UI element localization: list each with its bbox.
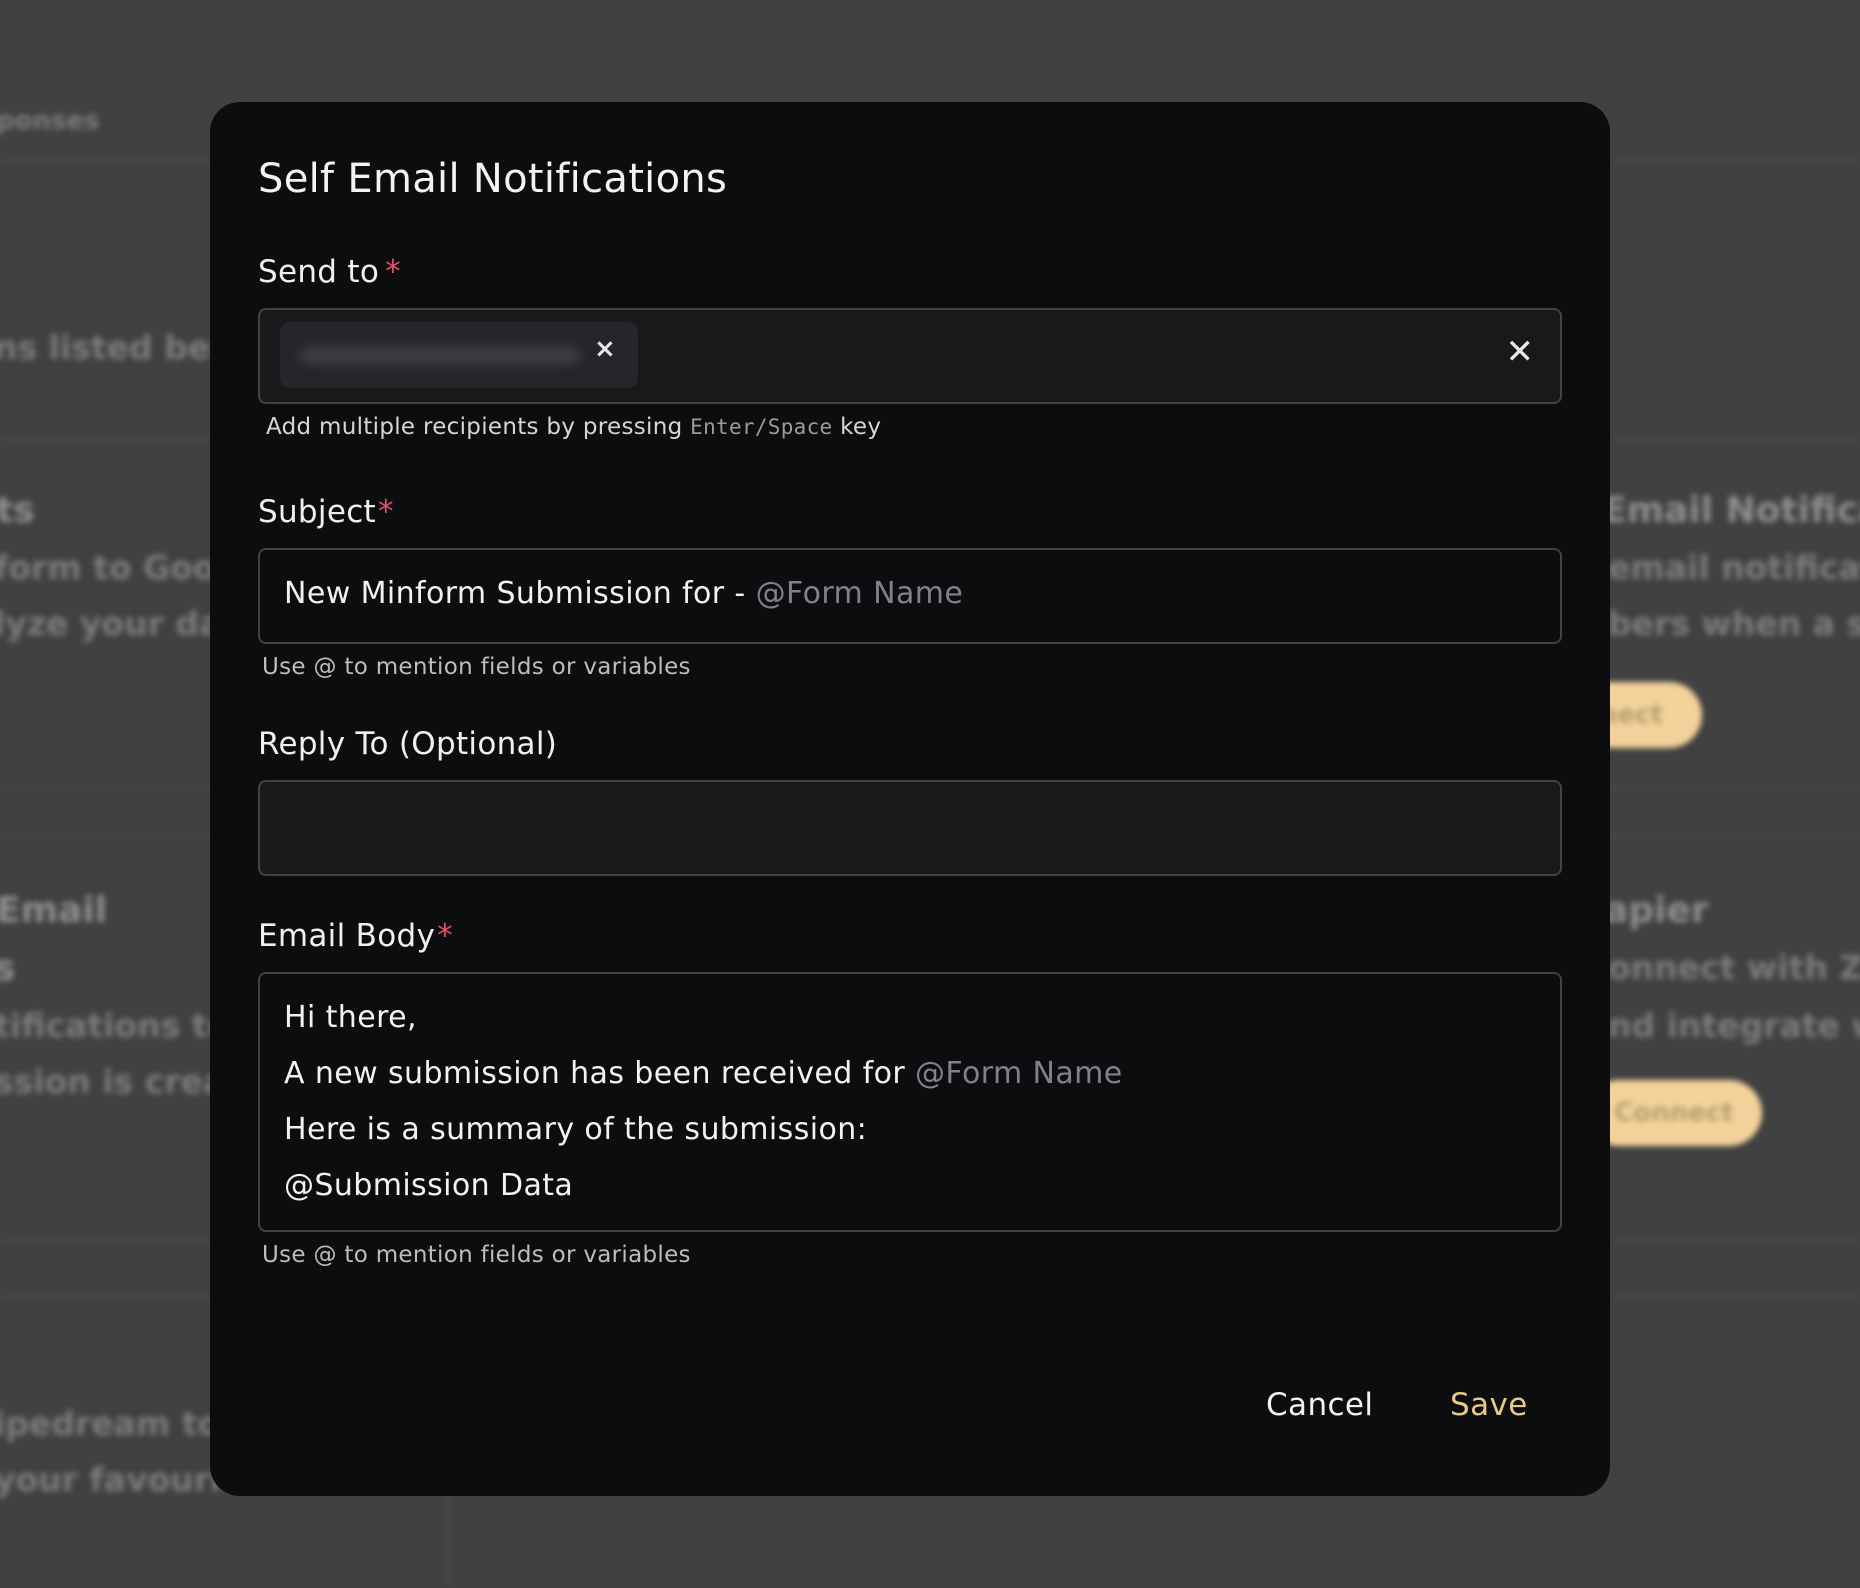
email-body-line: A new submission has been received for @…: [284, 1056, 1123, 1091]
cancel-button[interactable]: Cancel: [1266, 1387, 1373, 1423]
bg-connect-button: Connect: [1586, 1080, 1762, 1146]
bg-text: s: [0, 948, 16, 989]
bg-text: ts: [0, 490, 35, 531]
save-button[interactable]: Save: [1450, 1387, 1528, 1423]
bg-text: nd integrate with: [1608, 1006, 1860, 1045]
send-to-label-text: Send to: [258, 254, 380, 290]
email-body-mention-form-name: @Form Name: [915, 1056, 1123, 1091]
email-body-line-text: A new submission has been received for: [284, 1056, 916, 1091]
recipient-email-redacted: [300, 346, 580, 364]
required-mark: *: [437, 918, 453, 954]
bg-text: Email Notificat: [1602, 490, 1860, 531]
clear-recipients-icon[interactable]: ✕: [1506, 332, 1535, 372]
recipient-chip: ×: [280, 322, 638, 388]
email-body-help: Use @ to mention fields or variables: [262, 1242, 691, 1268]
subject-label: Subject*: [258, 494, 394, 530]
bg-divider: [448, 1490, 451, 1588]
bg-text: ponses: [0, 106, 100, 136]
subject-value-text: New Minform Submission for -: [284, 576, 756, 611]
bg-text: apier: [1604, 890, 1709, 931]
send-to-help-suffix: key: [840, 414, 882, 440]
email-body-line: Here is a summary of the submission:: [284, 1112, 868, 1147]
remove-recipient-icon[interactable]: ×: [594, 334, 616, 364]
email-body-mention-submission-data: @Submission Data: [284, 1168, 574, 1203]
subject-input[interactable]: New Minform Submission for - @Form Name: [258, 548, 1562, 644]
self-email-notifications-dialog: Self Email Notifications Send to * × ✕ Ad…: [210, 102, 1610, 1496]
bg-text: email notificatio: [1608, 548, 1860, 587]
send-to-field[interactable]: × ✕: [258, 308, 1562, 404]
send-to-help-prefix: Add multiple recipients by pressing: [266, 414, 683, 440]
email-body-editor[interactable]: Hi there, A new submission has been rece…: [258, 972, 1562, 1232]
bg-text: Email: [0, 890, 108, 931]
bg-text: onnect with Zapi: [1608, 948, 1860, 987]
reply-to-input[interactable]: [258, 780, 1562, 876]
email-body-line: Hi there,: [284, 1000, 417, 1035]
send-to-help: Add multiple recipients by pressing Ente…: [266, 414, 881, 440]
reply-to-label: Reply To (Optional): [258, 726, 558, 762]
subject-label-text: Subject: [258, 494, 376, 530]
required-mark: *: [378, 494, 394, 530]
send-to-help-key: Enter/Space: [690, 415, 833, 439]
send-to-label: Send to *: [258, 254, 401, 290]
dialog-title: Self Email Notifications: [258, 156, 728, 202]
bg-text: bers when a subm: [1608, 604, 1860, 643]
subject-help: Use @ to mention fields or variables: [262, 654, 691, 680]
required-mark: *: [385, 254, 401, 290]
email-body-label-text: Email Body: [258, 918, 436, 954]
email-body-label: Email Body*: [258, 918, 453, 954]
subject-mention-form-name: @Form Name: [755, 576, 964, 611]
bg-text: ipedream to: [0, 1404, 221, 1443]
subject-value: New Minform Submission for - @Form Name: [284, 576, 963, 611]
